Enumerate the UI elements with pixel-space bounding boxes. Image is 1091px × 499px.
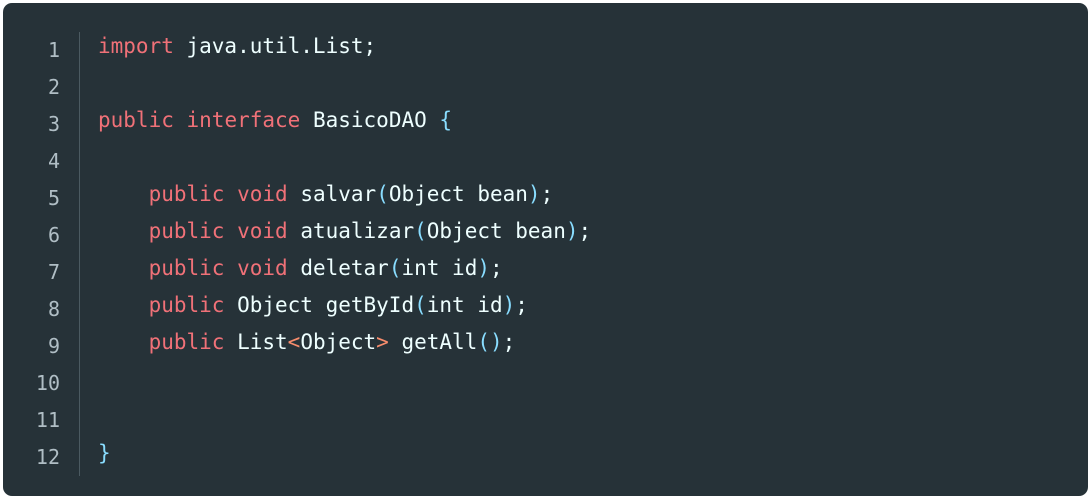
code-token: Object getById — [224, 293, 415, 317]
code-token: salvar — [287, 182, 377, 206]
line-number: 4 — [47, 149, 60, 173]
code-token: void — [237, 256, 288, 280]
code-token: void — [237, 219, 288, 243]
code-line: } — [98, 435, 111, 472]
code-token: Object bean — [388, 182, 528, 206]
code-token: atualizar — [287, 219, 415, 243]
code-line: public void atualizar(Object bean); — [98, 213, 592, 250]
code-token: public — [148, 256, 225, 280]
code-token: ( — [388, 256, 402, 280]
code-token: { — [439, 108, 453, 132]
line-number: 12 — [35, 445, 60, 469]
code-token: public — [148, 293, 225, 317]
code-token: import — [98, 34, 174, 58]
line-number: 11 — [35, 408, 60, 432]
code-token: ) — [527, 182, 541, 206]
code-token: public — [148, 219, 225, 243]
code-token: void — [237, 182, 288, 206]
code-token: ; — [490, 256, 503, 280]
code-token: public — [148, 330, 225, 354]
line-number: 7 — [47, 260, 60, 284]
code-token: getAll — [388, 330, 478, 354]
line-number: 3 — [47, 112, 60, 136]
code-token: ( — [414, 293, 427, 317]
code-token: BasicoDAO — [300, 108, 440, 132]
code-token: ) — [477, 256, 490, 280]
code-block: 1 2 3 4 5 6 7 8 9 10 11 12 import java.util.List; pu… — [3, 3, 1088, 496]
line-number: 8 — [47, 297, 60, 321]
code-token: < — [287, 330, 301, 354]
code-token: ; — [515, 293, 528, 317]
line-number: 9 — [47, 334, 60, 358]
line-number: 2 — [47, 75, 60, 99]
code-line: import java.util.List; — [98, 28, 376, 65]
code-token: ) — [502, 293, 516, 317]
code-token: interface — [186, 108, 301, 132]
code-line: public void salvar(Object bean); — [98, 176, 554, 213]
code-token: ( — [414, 219, 427, 243]
code-token: ; — [540, 182, 554, 206]
code-token: () — [477, 330, 503, 354]
line-number: 1 — [47, 38, 60, 62]
code-token: ; — [578, 219, 592, 243]
code-token: java.util.List; — [173, 34, 377, 58]
code-token: ( — [376, 182, 389, 206]
line-number: 10 — [35, 371, 60, 395]
code-token: public — [148, 182, 225, 206]
code-line: public Object getById(int id); — [98, 287, 528, 324]
code-token: ; — [502, 330, 516, 354]
code-token: ) — [565, 219, 579, 243]
code-token: int id — [426, 293, 503, 317]
code-token: } — [98, 441, 111, 465]
code-token: public — [98, 108, 174, 132]
line-number-gutter: 1 2 3 4 5 6 7 8 9 10 11 12 — [3, 32, 80, 476]
code-line: public List<Object> getAll(); — [98, 324, 516, 361]
code-token: deletar — [287, 256, 389, 280]
code-line: public interface BasicoDAO { — [98, 102, 452, 139]
line-number: 5 — [47, 186, 60, 210]
code-line: public void deletar(int id); — [98, 250, 503, 287]
code-token: Object bean — [426, 219, 566, 243]
code-token: List — [224, 330, 288, 354]
code-token: > — [376, 330, 389, 354]
code-token: int id — [401, 256, 478, 280]
line-number: 6 — [47, 223, 60, 247]
code-token: Object — [300, 330, 377, 354]
